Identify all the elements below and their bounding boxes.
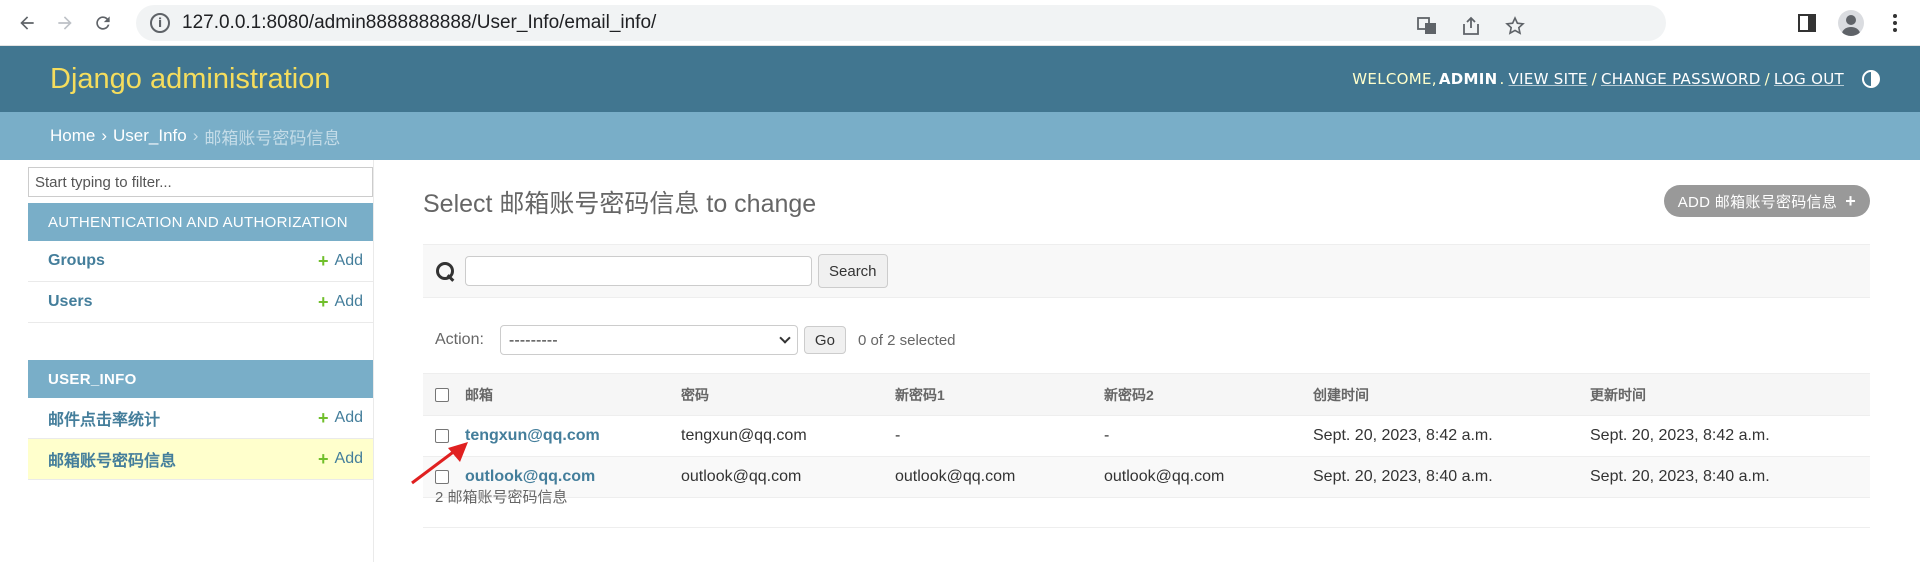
side-panel-icon[interactable] bbox=[1792, 8, 1822, 38]
go-button[interactable]: Go bbox=[803, 326, 846, 354]
menu-kebab-icon[interactable] bbox=[1880, 8, 1910, 38]
url-text: 127.0.0.1:8080/admin8888888888/User_Info… bbox=[182, 12, 657, 33]
table-cell: - bbox=[895, 427, 901, 444]
content-main: Select 邮箱账号密码信息 to change ADD 邮箱账号密码信息 + … bbox=[374, 160, 1920, 562]
action-select[interactable]: --------- bbox=[499, 325, 798, 355]
module-caption-user-info[interactable]: USER_INFO bbox=[28, 360, 373, 398]
back-icon[interactable] bbox=[12, 8, 42, 38]
site-header: Django administration WELCOME, ADMIN. VI… bbox=[0, 46, 1920, 112]
site-branding[interactable]: Django administration bbox=[50, 63, 330, 96]
selected-count: 0 of 2 selected bbox=[857, 331, 956, 349]
sidebar-item-groups: Groups + Add bbox=[28, 241, 373, 282]
page-title: Select 邮箱账号密码信息 to change bbox=[423, 190, 817, 218]
add-groups-link[interactable]: + Add bbox=[318, 251, 363, 272]
module-auth: AUTHENTICATION AND AUTHORIZATION Groups … bbox=[28, 203, 373, 323]
action-label: Action: bbox=[435, 331, 484, 348]
search-icon bbox=[435, 261, 455, 281]
reload-icon[interactable] bbox=[88, 8, 118, 38]
sidebar-filter-input[interactable]: Start typing to filter... bbox=[28, 167, 373, 197]
plus-icon: + bbox=[1845, 190, 1856, 211]
add-users-link[interactable]: + Add bbox=[318, 292, 363, 313]
table-row: tengxun@qq.com tengxun@qq.com - - Sept. … bbox=[423, 416, 1870, 457]
username: ADMIN bbox=[1438, 70, 1498, 88]
annotation-arrow-icon bbox=[411, 442, 468, 485]
action-select-value: --------- bbox=[508, 331, 558, 349]
sidebar-item-email-info: 邮箱账号密码信息 + Add bbox=[28, 439, 373, 480]
column-header[interactable]: 新密码1 bbox=[895, 374, 1104, 416]
breadcrumb-current: 邮箱账号密码信息 bbox=[204, 128, 341, 148]
select-all-checkbox[interactable] bbox=[435, 387, 449, 402]
row-email-link[interactable]: tengxun@qq.com bbox=[465, 427, 600, 444]
welcome-text: WELCOME, bbox=[1352, 70, 1437, 88]
column-header[interactable]: 新密码2 bbox=[1104, 374, 1313, 416]
plus-icon: + bbox=[318, 407, 329, 428]
column-header[interactable]: 更新时间 bbox=[1590, 374, 1870, 416]
plus-icon: + bbox=[318, 291, 329, 312]
chevron-down-icon bbox=[779, 332, 791, 344]
add-label: Add bbox=[334, 252, 363, 269]
add-record-label: ADD 邮箱账号密码信息 bbox=[1677, 193, 1838, 211]
translate-icon[interactable] bbox=[1416, 15, 1438, 37]
breadcrumb-home[interactable]: Home bbox=[50, 126, 95, 146]
add-email-info-link[interactable]: + Add bbox=[318, 449, 363, 470]
browser-toolbar: i 127.0.0.1:8080/admin8888888888/User_In… bbox=[0, 0, 1920, 46]
column-header[interactable]: 邮箱 bbox=[465, 374, 681, 416]
forward-icon[interactable] bbox=[50, 8, 80, 38]
plus-icon: + bbox=[318, 448, 329, 469]
table-cell: Sept. 20, 2023, 8:42 a.m. bbox=[1590, 427, 1770, 444]
breadcrumb: Home › User_Info › 邮箱账号密码信息 bbox=[0, 112, 1920, 160]
add-label: Add bbox=[334, 450, 363, 467]
change-password-link[interactable]: CHANGE PASSWORD bbox=[1601, 70, 1761, 88]
filter-placeholder: Start typing to filter... bbox=[35, 173, 172, 191]
result-count: 2 邮箱账号密码信息 bbox=[423, 466, 1870, 528]
theme-toggle-icon[interactable] bbox=[1862, 70, 1880, 88]
module-caption-auth[interactable]: AUTHENTICATION AND AUTHORIZATION bbox=[28, 203, 373, 241]
table-cell: Sept. 20, 2023, 8:42 a.m. bbox=[1313, 427, 1493, 444]
sidebar-item-users: Users + Add bbox=[28, 282, 373, 323]
sidebar-item-email-click-stats: 邮件点击率统计 + Add bbox=[28, 398, 373, 439]
breadcrumb-app[interactable]: User_Info bbox=[113, 126, 187, 146]
column-header[interactable]: 密码 bbox=[681, 374, 895, 416]
nav-sidebar: Start typing to filter... AUTHENTICATION… bbox=[0, 160, 374, 562]
table-cell: tengxun@qq.com bbox=[681, 427, 807, 444]
search-toolbar: Search bbox=[423, 244, 1870, 298]
user-tools: WELCOME, ADMIN. VIEW SITE / CHANGE PASSWO… bbox=[1352, 70, 1880, 88]
log-out-link[interactable]: LOG OUT bbox=[1774, 70, 1844, 88]
model-link-users[interactable]: Users bbox=[48, 293, 92, 311]
site-info-icon[interactable]: i bbox=[150, 13, 170, 33]
search-button[interactable]: Search bbox=[818, 254, 888, 288]
bookmark-star-icon[interactable] bbox=[1504, 15, 1526, 37]
share-icon[interactable] bbox=[1460, 15, 1482, 37]
add-email-click-stats-link[interactable]: + Add bbox=[318, 408, 363, 429]
plus-icon: + bbox=[318, 250, 329, 271]
table-header-row: 邮箱 密码 新密码1 新密码2 创建时间 更新时间 bbox=[423, 373, 1870, 416]
add-label: Add bbox=[334, 293, 363, 310]
model-link-email-info[interactable]: 邮箱账号密码信息 bbox=[48, 447, 176, 471]
model-link-email-click-stats[interactable]: 邮件点击率统计 bbox=[48, 406, 160, 430]
model-link-groups[interactable]: Groups bbox=[48, 252, 105, 270]
view-site-link[interactable]: VIEW SITE bbox=[1509, 70, 1588, 88]
add-label: Add bbox=[334, 409, 363, 426]
profile-avatar-icon[interactable] bbox=[1836, 8, 1866, 38]
add-record-button[interactable]: ADD 邮箱账号密码信息 + bbox=[1663, 185, 1870, 217]
column-header[interactable]: 创建时间 bbox=[1313, 374, 1590, 416]
actions-bar: Action: --------- Go 0 of 2 selected bbox=[423, 320, 1870, 360]
search-input[interactable] bbox=[465, 256, 812, 286]
address-bar[interactable]: i 127.0.0.1:8080/admin8888888888/User_In… bbox=[136, 5, 1666, 41]
table-cell: - bbox=[1104, 427, 1110, 444]
module-user-info: USER_INFO 邮件点击率统计 + Add 邮箱账号密码信息 + Add bbox=[28, 360, 373, 480]
